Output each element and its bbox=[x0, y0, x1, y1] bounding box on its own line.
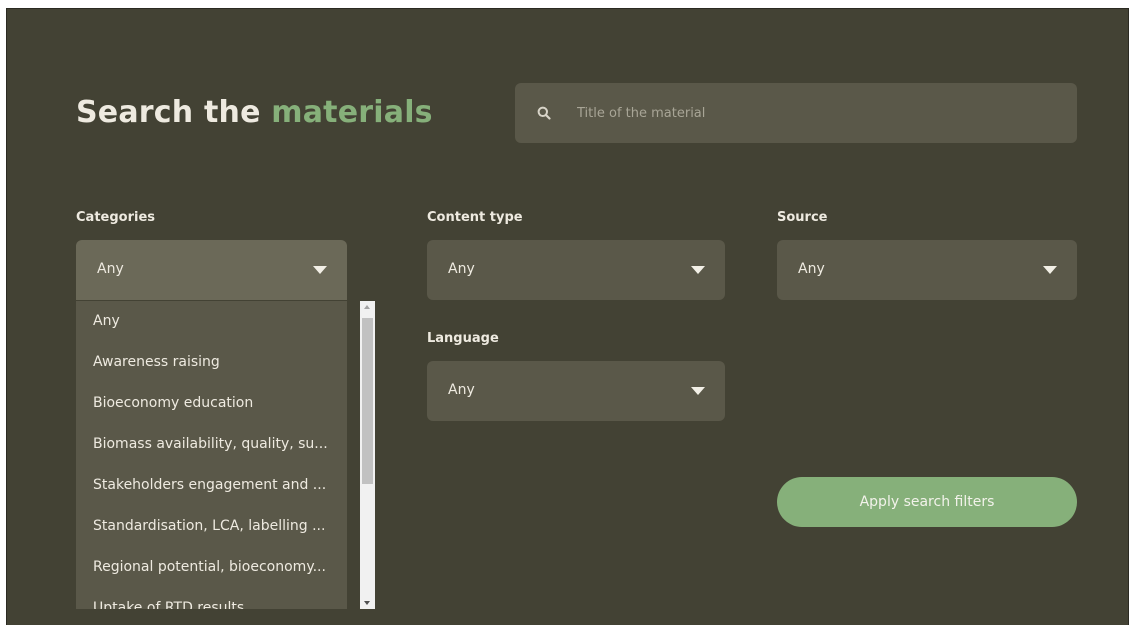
caret-down-icon bbox=[691, 387, 705, 395]
source-label: Source bbox=[777, 210, 828, 225]
scroll-down-arrow-icon[interactable] bbox=[364, 601, 370, 605]
content-type-value: Any bbox=[448, 261, 475, 277]
title-accent: materials bbox=[271, 95, 433, 130]
dropdown-option[interactable]: Any bbox=[76, 301, 342, 342]
categories-dropdown-list[interactable]: Any Awareness raising Bioeconomy educati… bbox=[76, 301, 347, 609]
dropdown-option[interactable]: Biomass availability, quality, su... bbox=[76, 424, 342, 465]
categories-select[interactable]: Any bbox=[76, 240, 347, 300]
dropdown-scrollbar[interactable] bbox=[360, 301, 375, 609]
content-type-label: Content type bbox=[427, 210, 523, 225]
content-type-select[interactable]: Any bbox=[427, 240, 725, 300]
caret-down-icon bbox=[691, 266, 705, 274]
search-field[interactable] bbox=[515, 83, 1077, 143]
apply-search-filters-button[interactable]: Apply search filters bbox=[777, 477, 1077, 527]
page-title: Search the materials bbox=[76, 93, 433, 133]
page-frame: Search the materials Categories Any Cont… bbox=[0, 0, 1135, 625]
language-value: Any bbox=[448, 382, 475, 398]
dropdown-option[interactable]: Uptake of RTD results bbox=[76, 588, 342, 609]
title-prefix: Search the bbox=[76, 95, 261, 130]
categories-label: Categories bbox=[76, 210, 156, 225]
caret-down-icon bbox=[313, 266, 327, 274]
language-label: Language bbox=[427, 331, 499, 346]
search-input[interactable] bbox=[577, 83, 1057, 143]
source-value: Any bbox=[798, 261, 825, 277]
source-select[interactable]: Any bbox=[777, 240, 1077, 300]
dropdown-option[interactable]: Regional potential, bioeconomy... bbox=[76, 547, 342, 588]
caret-down-icon bbox=[1043, 266, 1057, 274]
scroll-up-arrow-icon[interactable] bbox=[364, 305, 370, 309]
dropdown-option[interactable]: Bioeconomy education bbox=[76, 383, 342, 424]
dropdown-option[interactable]: Standardisation, LCA, labelling ... bbox=[76, 506, 342, 547]
search-materials-panel: Search the materials Categories Any Cont… bbox=[6, 8, 1129, 625]
categories-value: Any bbox=[97, 261, 124, 277]
dropdown-option[interactable]: Awareness raising bbox=[76, 342, 342, 383]
language-select[interactable]: Any bbox=[427, 361, 725, 421]
dropdown-option[interactable]: Stakeholders engagement and ... bbox=[76, 465, 342, 506]
scrollbar-thumb[interactable] bbox=[362, 318, 373, 484]
search-icon bbox=[537, 106, 551, 120]
